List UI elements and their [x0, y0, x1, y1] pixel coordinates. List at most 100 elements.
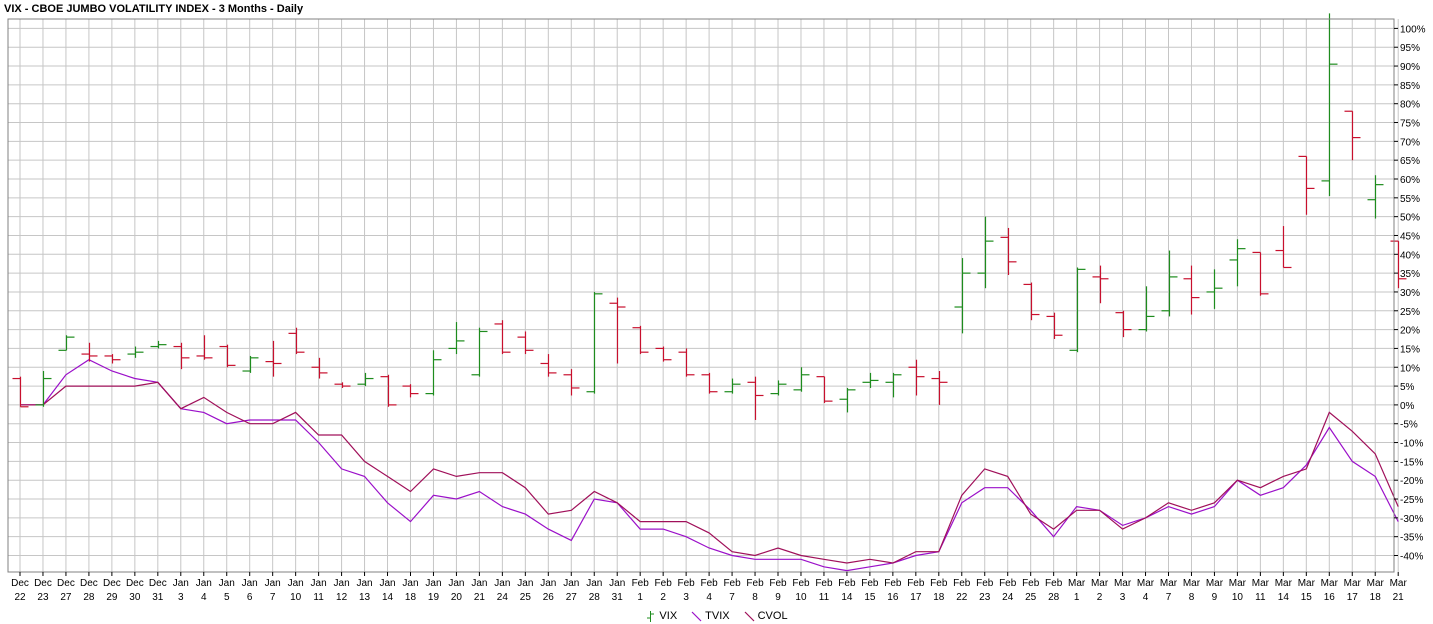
x-tick-day: 11 — [819, 592, 830, 603]
line-icon — [691, 611, 702, 621]
y-tick-label: 40% — [1400, 250, 1420, 261]
x-tick-month: Jan — [219, 578, 235, 589]
legend-item-vix[interactable]: VIX — [645, 610, 677, 622]
vix-bar — [448, 322, 465, 355]
vix-bar — [380, 374, 397, 407]
y-tick-label: -5% — [1400, 420, 1418, 431]
x-tick-month: Jan — [196, 578, 212, 589]
x-tick-day: 4 — [201, 592, 207, 603]
x-tick-day: 6 — [247, 592, 253, 603]
x-tick-month: Jan — [311, 578, 327, 589]
vix-bar — [701, 372, 718, 394]
vix-bar — [586, 291, 603, 394]
vix-bar — [793, 367, 810, 392]
x-tick-day: 24 — [1002, 592, 1014, 603]
x-tick-month: Jan — [563, 578, 579, 589]
line-icon — [744, 611, 755, 621]
vix-bar — [885, 372, 902, 398]
x-tick-month: Dec — [34, 578, 52, 589]
x-tick-month: Jan — [402, 578, 418, 589]
vix-bar — [1092, 265, 1109, 304]
vix-bar — [12, 376, 29, 408]
y-tick-label: 15% — [1400, 344, 1420, 355]
legend: VIX TVIX CVOL — [0, 608, 1433, 624]
y-tick-label: -20% — [1400, 476, 1423, 487]
x-tick-month: Dec — [11, 578, 29, 589]
x-tick-month: Jan — [540, 578, 556, 589]
vix-bar — [1390, 240, 1407, 289]
x-tick-day: 28 — [1048, 592, 1060, 603]
x-tick-day: 10 — [795, 592, 807, 603]
x-tick-day: 23 — [37, 592, 49, 603]
vix-bar — [35, 371, 52, 407]
vix-bar — [1229, 239, 1246, 287]
x-tick-month: Dec — [80, 578, 98, 589]
y-tick-label: 75% — [1400, 119, 1420, 130]
x-tick-day: 28 — [589, 592, 601, 603]
x-tick-month: Jan — [379, 578, 395, 589]
x-tick-day: 9 — [775, 592, 781, 603]
legend-label-vix: VIX — [659, 610, 678, 622]
x-tick-day: 16 — [1324, 592, 1336, 603]
vix-bar — [977, 216, 994, 289]
x-tick-day: 3 — [683, 592, 689, 603]
x-tick-day: 21 — [1393, 592, 1405, 603]
vix-bar — [931, 371, 948, 405]
vix-bar — [311, 357, 328, 379]
x-tick-month: Feb — [815, 578, 833, 589]
vix-bar — [81, 342, 98, 362]
y-axis-ticks: -40% -35% -30% -25% -20% -15% -10% -5% 0% 5% 10% 15… — [1394, 24, 1426, 563]
vix-bar — [609, 297, 626, 364]
x-tick-month: Jan — [356, 578, 372, 589]
x-axis-ticks: Dec22Dec23Dec27Dec28Dec29Dec30Dec31Jan3J… — [11, 572, 1407, 603]
x-tick-month: Feb — [884, 578, 902, 589]
x-tick-month: Mar — [1321, 578, 1339, 589]
vix-bar — [770, 380, 787, 396]
x-tick-month: Feb — [838, 578, 856, 589]
x-tick-day: 14 — [382, 592, 394, 603]
y-tick-label: 60% — [1400, 175, 1420, 186]
legend-item-tvix[interactable]: TVIX — [691, 610, 730, 622]
legend-item-cvol[interactable]: CVOL — [744, 610, 788, 622]
y-tick-label: 55% — [1400, 194, 1420, 205]
x-tick-day: 24 — [497, 592, 509, 603]
vix-bar — [1275, 226, 1292, 269]
x-tick-month: Feb — [723, 578, 741, 589]
vix-bar — [747, 376, 764, 420]
x-tick-month: Mar — [1275, 578, 1293, 589]
x-tick-day: 7 — [729, 592, 735, 603]
vix-bar — [242, 355, 259, 373]
vix-bar — [334, 382, 351, 388]
x-tick-day: 31 — [152, 592, 164, 603]
x-tick-day: 5 — [224, 592, 230, 603]
x-tick-month: Dec — [103, 578, 121, 589]
x-tick-month: Feb — [1045, 578, 1063, 589]
x-tick-month: Jan — [288, 578, 304, 589]
x-tick-month: Mar — [1068, 578, 1086, 589]
x-tick-month: Mar — [1390, 578, 1408, 589]
y-tick-label: -10% — [1400, 439, 1423, 450]
x-tick-day: 10 — [1232, 592, 1244, 603]
x-tick-day: 18 — [405, 592, 417, 603]
x-tick-day: 11 — [313, 592, 324, 603]
y-tick-label: -35% — [1400, 533, 1423, 544]
ohlc-bar-icon — [647, 610, 655, 622]
x-tick-day: 3 — [1120, 592, 1126, 603]
x-tick-month: Jan — [334, 578, 350, 589]
x-tick-month: Feb — [700, 578, 718, 589]
y-tick-label: -40% — [1400, 552, 1423, 563]
x-tick-day: 22 — [14, 592, 26, 603]
x-tick-month: Feb — [999, 578, 1017, 589]
vix-bar — [471, 327, 488, 377]
x-tick-month: Feb — [1022, 578, 1040, 589]
x-tick-month: Feb — [655, 578, 673, 589]
y-tick-label: 0% — [1400, 401, 1415, 412]
y-tick-label: 45% — [1400, 231, 1420, 242]
vix-bar — [1115, 310, 1132, 338]
x-tick-day: 27 — [60, 592, 72, 603]
x-tick-month: Mar — [1229, 578, 1247, 589]
vix-bar — [265, 340, 282, 377]
x-tick-day: 1 — [637, 592, 643, 603]
x-tick-day: 26 — [543, 592, 555, 603]
vix-bar — [1321, 13, 1338, 196]
